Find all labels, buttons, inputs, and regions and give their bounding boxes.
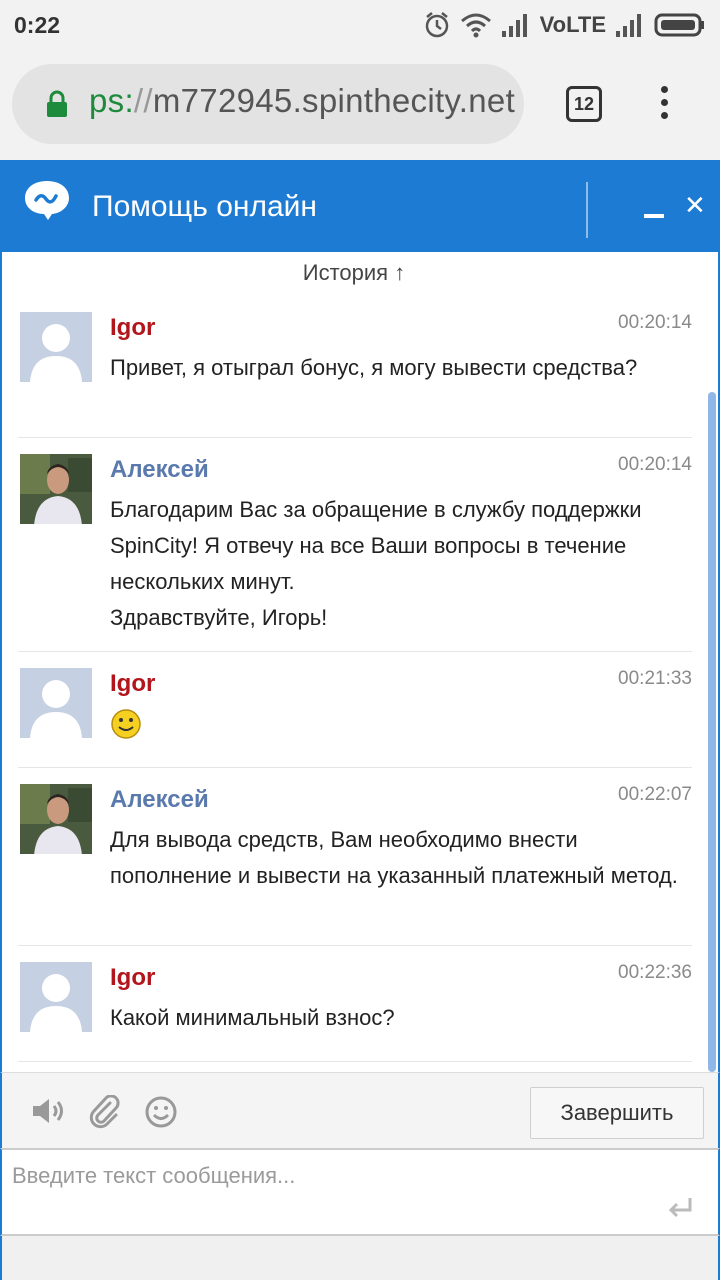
battery-icon bbox=[654, 13, 704, 37]
alarm-icon bbox=[425, 12, 448, 38]
emoji-icon[interactable] bbox=[144, 1095, 178, 1129]
browser-toolbar: ps://m772945.spinthecity.net 12 bbox=[0, 50, 720, 160]
chat-scrollbar[interactable] bbox=[708, 392, 716, 1072]
close-icon[interactable]: ✕ bbox=[684, 190, 706, 221]
url-text[interactable]: ps://m772945.spinthecity.net bbox=[89, 82, 515, 120]
message-time: 00:22:07 bbox=[618, 784, 692, 805]
message-text: Какой минимальный взнос? bbox=[110, 1005, 395, 1030]
chat-toolbar: Завершить bbox=[0, 1072, 720, 1148]
message-author: Алексей bbox=[110, 456, 209, 483]
lock-icon bbox=[47, 90, 67, 117]
message-text: Привет, я отыграл бонус, я могу вывести … bbox=[110, 355, 638, 380]
chat-header: Помощь онлайн ✕ bbox=[0, 160, 720, 252]
chat-messages[interactable]: История ↑ Igor 00:20:14 Привет, я отыгра… bbox=[0, 252, 720, 1072]
url-scheme: ps: bbox=[89, 82, 134, 119]
message-time: 00:20:14 bbox=[618, 312, 692, 333]
avatar-placeholder bbox=[20, 312, 92, 382]
network-type-label: VoLTE bbox=[539, 12, 606, 37]
signal-icon bbox=[501, 14, 527, 37]
avatar-placeholder bbox=[20, 668, 92, 738]
message-line: Благодарим Вас за обращение в службу под… bbox=[110, 497, 642, 594]
message-author: Igor bbox=[110, 314, 156, 341]
bottom-strip bbox=[0, 1236, 720, 1280]
chat-message: Igor 00:21:33 bbox=[18, 668, 692, 768]
minimize-icon[interactable] bbox=[644, 214, 664, 218]
avatar-photo bbox=[20, 454, 92, 524]
url-host: m772945.spinthecity.net bbox=[152, 82, 516, 119]
overflow-menu-icon[interactable] bbox=[656, 86, 672, 126]
message-time: 00:22:36 bbox=[618, 962, 692, 983]
message-time: 00:20:14 bbox=[618, 454, 692, 475]
enter-icon[interactable] bbox=[666, 1196, 694, 1220]
avatar-photo bbox=[20, 784, 92, 854]
status-time: 0:22 bbox=[14, 12, 61, 38]
wifi-icon bbox=[460, 13, 491, 38]
chat-message: Алексей 00:20:14 Благодарим Вас за обращ… bbox=[18, 454, 692, 652]
message-author: Алексей bbox=[110, 786, 209, 813]
chat-message: Igor 00:22:36 Какой минимальный взнос? bbox=[18, 962, 692, 1062]
chat-message: Алексей 00:22:07 Для вывода средств, Вам… bbox=[18, 784, 692, 946]
status-bar: 0:22 VoLTE bbox=[0, 0, 720, 50]
message-time: 00:21:33 bbox=[618, 668, 692, 689]
message-input-area bbox=[0, 1148, 720, 1236]
chat-title: Помощь онлайн bbox=[92, 190, 317, 223]
chat-logo-icon bbox=[25, 181, 69, 220]
speaker-icon[interactable] bbox=[30, 1095, 70, 1127]
address-bar[interactable]: ps://m772945.spinthecity.net bbox=[12, 64, 524, 144]
message-line: Здравствуйте, Игорь! bbox=[110, 605, 328, 630]
avatar-placeholder bbox=[20, 962, 92, 1032]
url-separator: // bbox=[133, 82, 153, 119]
tabs-icon[interactable]: 12 bbox=[566, 86, 602, 122]
history-link[interactable]: История ↑ bbox=[2, 260, 706, 286]
chat-message: Igor 00:20:14 Привет, я отыграл бонус, я… bbox=[18, 312, 692, 438]
message-text: Для вывода средств, Вам необходимо внест… bbox=[110, 827, 678, 888]
signal-icon-2 bbox=[616, 14, 641, 37]
header-divider bbox=[586, 182, 588, 238]
smiley-icon bbox=[111, 709, 141, 739]
status-icons: VoLTE bbox=[424, 10, 706, 40]
message-input[interactable] bbox=[12, 1156, 652, 1196]
message-text: Благодарим Вас за обращение в службу под… bbox=[110, 492, 680, 636]
paperclip-icon[interactable] bbox=[88, 1095, 122, 1129]
message-author: Igor bbox=[110, 964, 156, 991]
finish-chat-button[interactable]: Завершить bbox=[530, 1087, 704, 1139]
message-author: Igor bbox=[110, 670, 156, 697]
